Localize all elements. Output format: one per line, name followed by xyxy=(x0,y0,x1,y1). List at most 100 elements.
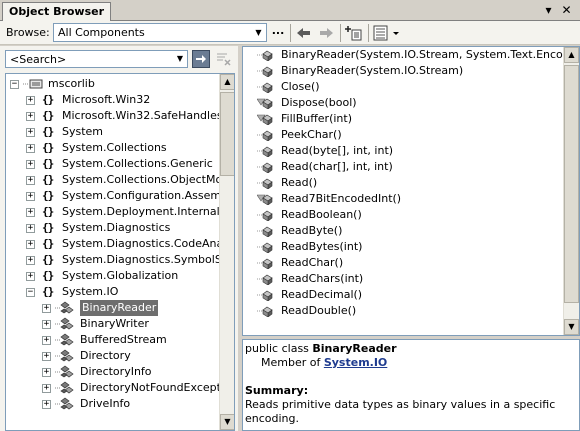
search-input[interactable]: <Search> xyxy=(10,53,66,66)
member-list-item[interactable]: Read() xyxy=(243,175,561,191)
member-list-item[interactable]: PeekChar() xyxy=(243,127,561,143)
member-list-item[interactable]: BinaryReader(System.IO.Stream, System.Te… xyxy=(243,47,579,63)
back-button[interactable] xyxy=(294,24,314,42)
expand-icon[interactable]: + xyxy=(26,144,35,153)
member-list-item[interactable]: ReadDecimal() xyxy=(243,287,561,303)
tree-item-label: DriveInfo xyxy=(80,397,131,410)
chevron-down-icon[interactable]: ▼ xyxy=(174,52,186,66)
member-list-item[interactable]: Close() xyxy=(243,79,561,95)
tree-item-label: System.Diagnostics.SymbolStore xyxy=(62,253,235,266)
member-list-item[interactable]: Read(char[], int, int) xyxy=(243,159,561,175)
scrollbar-thumb[interactable] xyxy=(220,92,234,176)
tree-item[interactable]: + {} Microsoft.Win32.SafeHandles xyxy=(6,108,223,124)
scroll-down-icon[interactable]: ▼ xyxy=(220,414,234,430)
member-of-link[interactable]: System.IO xyxy=(324,356,387,369)
expand-icon[interactable]: + xyxy=(26,192,35,201)
tree-item[interactable]: + {} System.Globalization xyxy=(6,268,218,284)
member-list-item[interactable]: ReadDouble() xyxy=(243,303,561,319)
browse-toolbar: Browse: All Components ▼ ... xyxy=(0,21,580,45)
tree-item[interactable]: + {} System.Collections.ObjectModel xyxy=(6,172,234,188)
tree-item[interactable]: + {} System.Diagnostics xyxy=(6,220,218,236)
tree-item[interactable]: + BinaryReader xyxy=(6,300,218,316)
protected-method-icon xyxy=(257,98,273,109)
edit-custom-component-set-button[interactable]: ... xyxy=(270,24,286,41)
tree-item[interactable]: + {} System.Configuration.Assemblies xyxy=(6,188,234,204)
expand-icon[interactable]: + xyxy=(26,224,35,233)
close-icon[interactable]: ✕ xyxy=(559,3,574,18)
scroll-up-icon[interactable]: ▲ xyxy=(220,74,234,90)
expand-icon[interactable]: + xyxy=(26,240,35,249)
toolbar-separator xyxy=(368,24,369,42)
expand-icon[interactable]: + xyxy=(26,208,35,217)
expand-icon[interactable]: + xyxy=(42,400,51,409)
expand-icon[interactable]: + xyxy=(42,352,51,361)
tree-item[interactable]: + {} System.Diagnostics.CodeAnalysis xyxy=(6,236,234,252)
expand-icon[interactable]: + xyxy=(42,304,51,313)
expand-icon[interactable]: + xyxy=(42,336,51,345)
expand-icon[interactable]: + xyxy=(26,176,35,185)
tree-item[interactable]: + {} System.Diagnostics.SymbolStore xyxy=(6,252,234,268)
tree-item[interactable]: − mscorlib xyxy=(6,76,218,92)
member-list-item[interactable]: ReadBytes(int) xyxy=(243,239,561,255)
expand-icon[interactable]: + xyxy=(26,128,35,137)
expand-icon[interactable]: + xyxy=(26,256,35,265)
tree-item[interactable]: + BinaryWriter xyxy=(6,316,218,332)
member-list-item[interactable]: ReadByte() xyxy=(243,223,561,239)
window-position-menu-icon[interactable]: ▾ xyxy=(541,3,556,18)
members-pane[interactable]: BinaryReader(System.IO.Stream, System.Te… xyxy=(242,46,580,336)
member-list-item[interactable]: ReadBoolean() xyxy=(243,207,561,223)
expand-icon[interactable]: + xyxy=(42,320,51,329)
tree-item[interactable]: + DirectoryInfo xyxy=(6,364,218,380)
method-icon xyxy=(257,146,273,157)
toolbar-separator xyxy=(340,24,341,42)
scroll-down-icon[interactable]: ▼ xyxy=(564,319,579,335)
search-combobox[interactable]: <Search> ▼ xyxy=(5,50,188,68)
tree-item[interactable]: + DirectoryNotFoundException xyxy=(6,380,234,396)
expand-icon[interactable]: + xyxy=(26,112,35,121)
clear-search-button[interactable] xyxy=(214,50,232,68)
tree-item[interactable]: + {} System.Collections.Generic xyxy=(6,156,218,172)
tree-item[interactable]: + {} Microsoft.Win32 xyxy=(6,92,218,108)
members-vertical-scrollbar[interactable]: ▲ ▼ xyxy=(563,47,579,335)
objects-pane: <Search> ▼ − mscorlib + {} Microsoft.Win32 + {… xyxy=(0,46,238,431)
member-list-item[interactable]: ReadChar() xyxy=(243,255,561,271)
member-list-item[interactable]: Read7BitEncodedInt() xyxy=(243,191,561,207)
member-list-item[interactable]: ReadChars(int) xyxy=(243,271,561,287)
tree-vertical-scrollbar[interactable]: ▲ ▼ xyxy=(219,74,234,430)
expand-icon[interactable]: + xyxy=(26,96,35,105)
tree-item-label: System.Configuration.Assemblies xyxy=(62,189,235,202)
collapse-icon[interactable]: − xyxy=(26,288,35,297)
tree-item[interactable]: + {} System.Deployment.Internal xyxy=(6,204,220,220)
objects-tree[interactable]: − mscorlib + {} Microsoft.Win32 + {} Microsoft.… xyxy=(5,73,235,431)
method-icon xyxy=(257,274,273,285)
expand-icon[interactable]: + xyxy=(26,160,35,169)
tab-object-browser[interactable]: Object Browser xyxy=(2,2,112,21)
tree-item[interactable]: + BufferedStream xyxy=(6,332,218,348)
tree-item[interactable]: + Directory xyxy=(6,348,218,364)
scroll-up-icon[interactable]: ▲ xyxy=(564,47,579,63)
forward-button[interactable] xyxy=(316,24,336,42)
search-button[interactable] xyxy=(192,50,210,68)
tree-item-label-selected: BinaryReader xyxy=(80,300,159,316)
tree-item[interactable]: + DriveInfo xyxy=(6,396,218,412)
member-list-item[interactable]: Dispose(bool) xyxy=(243,95,561,111)
settings-list-icon xyxy=(373,25,399,41)
method-icon xyxy=(257,178,273,189)
view-settings-button[interactable] xyxy=(372,24,402,42)
expand-icon[interactable]: + xyxy=(26,272,35,281)
tree-item[interactable]: −{} System.IO xyxy=(6,284,218,300)
tree-item[interactable]: + {} System.Collections xyxy=(6,140,218,156)
tree-item[interactable]: + {} System xyxy=(6,124,218,140)
member-list-item[interactable]: Read(byte[], int, int) xyxy=(243,143,561,159)
scrollbar-thumb[interactable] xyxy=(564,65,579,303)
browse-scope-dropdown[interactable]: All Components ▼ xyxy=(53,23,267,42)
collapse-icon[interactable]: − xyxy=(10,80,19,89)
expand-icon[interactable]: + xyxy=(42,368,51,377)
add-reference-button[interactable] xyxy=(344,24,364,42)
member-list-item[interactable]: FillBuffer(int) xyxy=(243,111,561,127)
expand-icon[interactable]: + xyxy=(42,384,51,393)
chevron-down-icon[interactable]: ▼ xyxy=(252,25,265,40)
member-list-item[interactable]: BinaryReader(System.IO.Stream) xyxy=(243,63,561,79)
protected-method-icon xyxy=(257,114,273,125)
add-reference-icon xyxy=(345,26,362,41)
